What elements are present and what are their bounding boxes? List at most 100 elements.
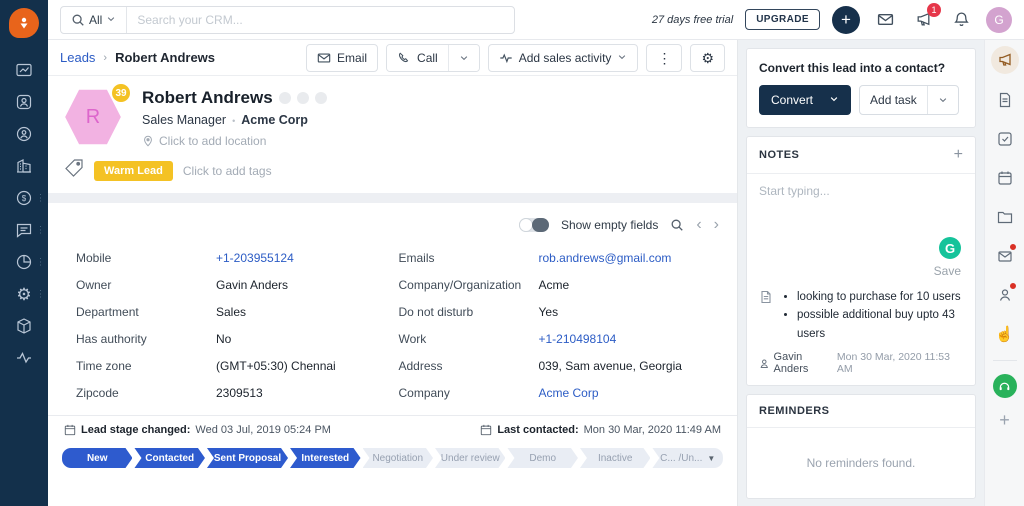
prev-record-button[interactable]: ‹ xyxy=(696,217,701,233)
support-button[interactable] xyxy=(992,374,1017,398)
add-sales-activity-button[interactable]: Add sales activity xyxy=(487,43,639,72)
emails-rail-button[interactable] xyxy=(991,243,1019,269)
note-doc-icon xyxy=(759,290,773,343)
field-value-mobile[interactable]: +1-203955124 xyxy=(216,251,294,265)
user-avatar[interactable]: G xyxy=(986,6,1012,33)
drag-handle-icon[interactable]: ⋮ xyxy=(36,225,45,235)
stage-contacted[interactable]: Contacted xyxy=(134,448,204,468)
freshworks-logo-icon[interactable] xyxy=(9,8,39,38)
alert-dot xyxy=(1008,282,1017,290)
field-value-organization: Acme xyxy=(538,278,570,292)
field-value-email[interactable]: rob.andrews@gmail.com xyxy=(539,251,672,265)
quick-add-button[interactable]: + xyxy=(832,5,860,34)
edit-icon[interactable] xyxy=(278,92,291,104)
field-value-has-authority: No xyxy=(216,332,232,346)
sidebar-item-leads[interactable] xyxy=(0,86,48,118)
right-panel: Convert this lead into a contact? Conver… xyxy=(737,40,984,506)
field-row: Has authority No xyxy=(76,332,399,346)
files-rail-button[interactable] xyxy=(991,204,1019,230)
field-value-work-phone[interactable]: +1-210498104 xyxy=(539,332,617,346)
stage-under-review[interactable]: Under review xyxy=(435,448,505,468)
save-note-button[interactable]: Save xyxy=(934,264,961,278)
sidebar-item-activities[interactable] xyxy=(0,342,48,374)
add-task-button[interactable]: Add task xyxy=(860,86,927,114)
link-icon[interactable] xyxy=(314,92,327,104)
drag-handle-icon[interactable]: ⋮ xyxy=(36,193,45,203)
page-settings-button[interactable]: ⚙ xyxy=(690,43,725,72)
note-timestamp: Mon 30 Mar, 2020 11:53 AM xyxy=(836,351,950,376)
sidebar-item-contacts[interactable] xyxy=(0,118,48,150)
task-check-icon xyxy=(997,132,1012,146)
add-widget-button[interactable]: + xyxy=(999,411,1010,429)
breadcrumb-leads-link[interactable]: Leads xyxy=(60,50,95,65)
stage-overflow[interactable]: C... /Un... ▼ xyxy=(652,448,723,468)
announcements-button[interactable]: 1 xyxy=(910,2,941,33)
breadcrumb-separator-icon: › xyxy=(103,51,108,64)
email-button[interactable]: Email xyxy=(306,43,379,72)
email-inbox-button[interactable] xyxy=(872,7,898,33)
tasks-rail-button[interactable] xyxy=(991,126,1019,152)
lead-title: Sales Manager xyxy=(142,113,227,127)
sidebar-item-dashboard[interactable] xyxy=(0,54,48,86)
last-contacted-value: Mon 30 Mar, 2020 11:49 AM xyxy=(583,424,721,436)
field-grid: Mobile +1-203955124 Owner Gavin Anders Dep… xyxy=(48,237,737,413)
warm-lead-tag[interactable]: Warm Lead xyxy=(94,160,173,181)
sidebar-item-settings[interactable]: ⚙ ⋮ xyxy=(0,278,48,310)
stage-inactive[interactable]: Inactive xyxy=(580,448,650,468)
upgrade-button[interactable]: UPGRADE xyxy=(745,9,820,30)
field-label: Company/Organization xyxy=(398,278,522,292)
topbar: All 27 days free trial UPGRADE + 1 xyxy=(48,0,1024,40)
show-empty-fields-label: Show empty fields xyxy=(560,218,659,232)
stage-changed-value: Wed 03 Jul, 2019 05:24 PM xyxy=(195,424,331,436)
stage-new[interactable]: New xyxy=(62,448,132,468)
field-row: Company/Organization Acme xyxy=(399,278,722,292)
breadcrumb-bar: Leads › Robert Andrews Email Call Add sa… xyxy=(48,40,737,76)
announcements-rail-button[interactable] xyxy=(990,46,1019,74)
search-input[interactable] xyxy=(127,12,514,27)
engagement-rail-button[interactable]: ☝ xyxy=(991,321,1019,347)
lead-details-card: Show empty fields ‹ › Mobile +1-203955124… xyxy=(48,203,737,506)
topbar-right: 27 days free trial UPGRADE + 1 G xyxy=(651,2,1012,34)
add-task-dropdown-button[interactable] xyxy=(926,86,958,114)
gear-icon: ⚙ xyxy=(16,284,32,304)
note-input[interactable] xyxy=(759,184,963,232)
search-scope-dropdown[interactable]: All xyxy=(61,6,128,33)
sidebar-item-reports[interactable]: ⋮ xyxy=(0,246,48,278)
lead-profile: R 39 Robert Andrews Sales Manager • Acme… xyxy=(48,76,737,193)
add-location-field[interactable]: Click to add location xyxy=(142,134,327,148)
stage-interested[interactable]: Interested xyxy=(290,448,360,468)
sidebar-item-conversations[interactable]: ⋮ xyxy=(0,214,48,246)
lead-name: Robert Andrews xyxy=(142,88,273,107)
app: $ ⋮ ⋮ ⋮ ⚙ ⋮ All Search your CRM... 27 da… xyxy=(0,0,1024,506)
sidebar-item-deals[interactable]: $ ⋮ xyxy=(0,182,48,214)
right-mini-rail: ☝ + xyxy=(984,40,1024,506)
contacts-rail-button[interactable] xyxy=(991,282,1019,308)
stage-demo[interactable]: Demo xyxy=(507,448,577,468)
sidebar-item-accounts[interactable] xyxy=(0,150,48,182)
grammarly-icon[interactable]: G xyxy=(939,237,961,259)
meetings-rail-button[interactable] xyxy=(991,165,1019,191)
notes-rail-button[interactable] xyxy=(991,87,1019,113)
show-empty-fields-toggle[interactable] xyxy=(518,218,549,232)
envelope-icon xyxy=(877,14,893,25)
next-record-button[interactable]: › xyxy=(714,217,719,233)
drag-handle-icon[interactable]: ⋮ xyxy=(36,257,45,267)
field-label: Owner xyxy=(76,278,112,292)
call-button[interactable]: Call xyxy=(387,44,448,71)
sidebar-item-products[interactable] xyxy=(0,310,48,342)
section-divider xyxy=(48,193,737,203)
field-value-company-link[interactable]: Acme Corp xyxy=(539,386,599,400)
drag-handle-icon[interactable]: ⋮ xyxy=(36,289,45,299)
convert-button[interactable]: Convert xyxy=(759,85,852,115)
call-dropdown-button[interactable] xyxy=(447,44,479,71)
more-actions-button[interactable]: ⋮ xyxy=(646,43,683,72)
add-note-button[interactable]: + xyxy=(954,147,963,163)
notifications-button[interactable] xyxy=(948,7,974,33)
trial-text: 27 days free trial xyxy=(651,13,734,26)
add-tags-field[interactable]: Click to add tags xyxy=(183,164,272,178)
stage-negotiation[interactable]: Negotiation xyxy=(363,448,433,468)
stage-sent-proposal[interactable]: Sent Proposal xyxy=(207,448,288,468)
field-search-button[interactable] xyxy=(670,218,684,232)
star-icon[interactable] xyxy=(296,92,309,104)
notification-badge: 1 xyxy=(927,2,941,17)
